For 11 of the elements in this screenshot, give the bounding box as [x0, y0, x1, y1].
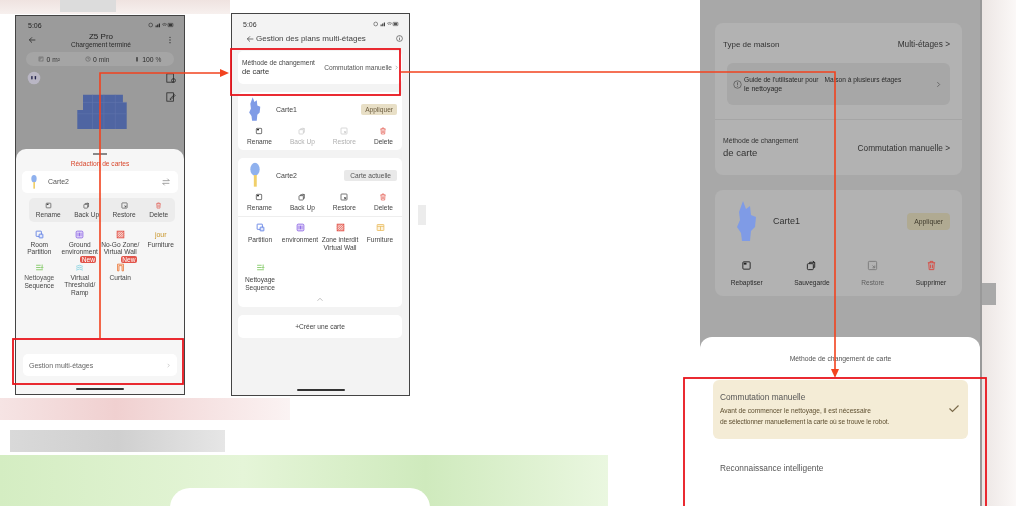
setting-value: Commutation manuelle > [857, 142, 950, 153]
page-title: Gestion des plans multi-étages [256, 34, 366, 43]
device-title: Z5 Pro [89, 32, 113, 41]
setting-value: Multi-étages > [897, 39, 950, 49]
map-name: Carte1 [773, 216, 800, 226]
option-item[interactable]: Reconnaissance intelligente [713, 439, 968, 487]
setting-label: Type de maison [723, 39, 780, 49]
option-title: Reconnaissance intelligente [720, 463, 824, 473]
option-title: Commutation manuelle [720, 392, 807, 402]
house-type-row[interactable]: Type de maison Multi-étages > [715, 39, 962, 49]
setting-label: de carte [723, 147, 759, 158]
